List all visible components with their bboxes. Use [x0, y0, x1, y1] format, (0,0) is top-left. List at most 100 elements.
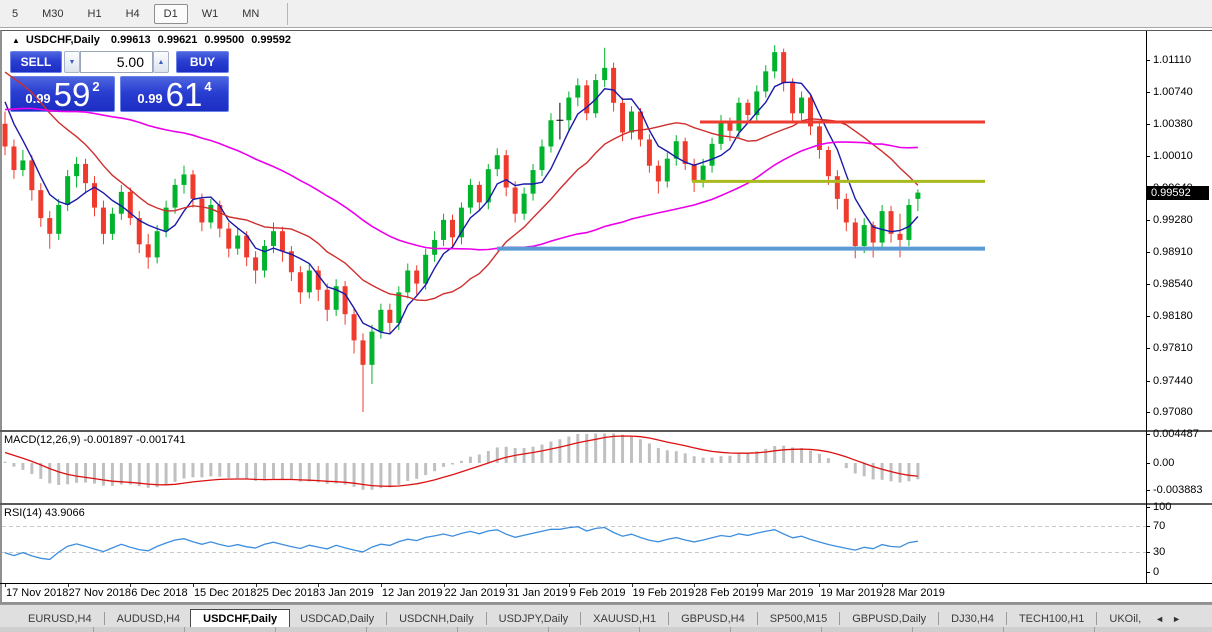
candle-body [352, 314, 357, 340]
candle-body [611, 68, 616, 103]
candle-body [56, 205, 61, 234]
candle-body [566, 98, 571, 121]
candle-body [155, 231, 160, 257]
candle-body [387, 310, 392, 323]
rsi-scale-tick [1146, 572, 1150, 573]
candle-body [736, 103, 741, 131]
candlestick-chart[interactable] [0, 31, 1146, 430]
tab-scroll-left-icon[interactable]: ◄ [1151, 612, 1168, 626]
price-axis-label: 1.00380 [1153, 118, 1193, 130]
price-tick [1146, 316, 1150, 317]
candle-body [29, 160, 34, 190]
tab-usdcnh-daily[interactable]: USDCNH,Daily [389, 610, 484, 628]
price-tick [1146, 284, 1150, 285]
price-axis-label: 1.00010 [1153, 150, 1193, 162]
tab-ukoil-[interactable]: UKOil, [1099, 610, 1151, 628]
mt4-application: 5M30H1H4D1W1MN ▲ USDCHF,Daily 0.99613 0.… [0, 0, 1212, 632]
rsi-scale-label: 30 [1153, 546, 1165, 558]
strip-tick [548, 627, 549, 632]
rsi-panel-separator[interactable] [0, 503, 1212, 505]
candle-body [799, 98, 804, 114]
tab-divider [668, 612, 669, 625]
timeframe-button-mn[interactable]: MN [232, 4, 269, 24]
price-tick [1146, 92, 1150, 93]
candle-body [468, 185, 473, 208]
candle-body [656, 166, 661, 182]
candle-body [253, 257, 258, 270]
rsi-label: RSI(14) 43.9066 [4, 507, 85, 519]
tab-usdcad-daily[interactable]: USDCAD,Daily [290, 610, 384, 628]
timeframe-button-m30[interactable]: M30 [32, 4, 73, 24]
strip-tick [821, 627, 822, 632]
tab-gbpusd-daily[interactable]: GBPUSD,Daily [842, 610, 936, 628]
date-axis-label: 6 Dec 2018 [131, 587, 187, 599]
candle-body [835, 176, 840, 199]
tab-divider [1096, 612, 1097, 625]
tab-divider [104, 612, 105, 625]
tab-usdjpy-daily[interactable]: USDJPY,Daily [489, 610, 579, 628]
candle-body [477, 185, 482, 202]
macd-scale-tick [1146, 490, 1150, 491]
candle-body [548, 120, 553, 146]
candle-body [745, 103, 750, 115]
candle-body [719, 122, 724, 144]
candle-body [450, 220, 455, 237]
price-axis-label: 0.98540 [1153, 278, 1193, 290]
date-axis-label: 19 Mar 2019 [820, 587, 882, 599]
candle-body [790, 83, 795, 114]
macd-scale-label: 0.004487 [1153, 428, 1199, 440]
timeframe-button-w1[interactable]: W1 [192, 4, 229, 24]
candle-body [701, 166, 706, 182]
candle-body [298, 272, 303, 292]
candle-body [531, 170, 536, 194]
candle-body [173, 185, 178, 208]
tab-tech100-h1[interactable]: TECH100,H1 [1009, 610, 1094, 628]
candle-body [504, 155, 509, 187]
candle-body [781, 52, 786, 83]
tab-eurusd-h4[interactable]: EURUSD,H4 [18, 610, 102, 628]
moving-average-line-16 [5, 72, 918, 300]
candle-body [423, 255, 428, 284]
candle-body [20, 160, 25, 170]
candle-body [844, 199, 849, 223]
price-axis-divider [1146, 31, 1147, 583]
timeframe-button-5[interactable]: 5 [2, 4, 28, 24]
candle-body [889, 211, 894, 234]
candle-body [343, 286, 348, 314]
macd-panel-separator[interactable] [0, 430, 1212, 432]
candle-body [182, 174, 187, 184]
candle-body [378, 310, 383, 332]
candle-body [575, 85, 580, 97]
tab-sp500-m15[interactable]: SP500,M15 [760, 610, 837, 628]
candle-body [826, 150, 831, 176]
strip-tick [1094, 627, 1095, 632]
date-axis-label: 28 Feb 2019 [695, 587, 757, 599]
tab-scroll-right-icon[interactable]: ► [1168, 612, 1185, 626]
timeframe-button-d1[interactable]: D1 [154, 4, 188, 24]
strip-tick [275, 627, 276, 632]
date-axis-separator [0, 583, 1212, 584]
candle-body [262, 246, 267, 270]
tab-divider [386, 612, 387, 625]
tab-audusd-h4[interactable]: AUDUSD,H4 [107, 610, 191, 628]
candle-body [119, 192, 124, 214]
rsi-indicator-plot[interactable] [0, 505, 1146, 583]
timeframe-button-h4[interactable]: H4 [116, 4, 150, 24]
candle-body [199, 199, 204, 223]
candle-body [325, 290, 330, 310]
candle-body [271, 231, 276, 246]
date-axis-label: 22 Jan 2019 [445, 587, 506, 599]
current-price-tag: 0.99592 [1147, 186, 1209, 200]
tab-gbpusd-h4[interactable]: GBPUSD,H4 [671, 610, 755, 628]
tab-usdchf-daily[interactable]: USDCHF,Daily [190, 609, 290, 629]
candle-body [915, 193, 920, 199]
strip-tick [912, 627, 913, 632]
tab-divider [938, 612, 939, 625]
candle-body [280, 231, 285, 251]
strip-tick [1003, 627, 1004, 632]
candle-body [361, 340, 366, 364]
candle-body [3, 124, 8, 147]
tab-xauusd-h1[interactable]: XAUUSD,H1 [583, 610, 666, 628]
timeframe-button-h1[interactable]: H1 [78, 4, 112, 24]
tab-dj30-h4[interactable]: DJ30,H4 [941, 610, 1004, 628]
